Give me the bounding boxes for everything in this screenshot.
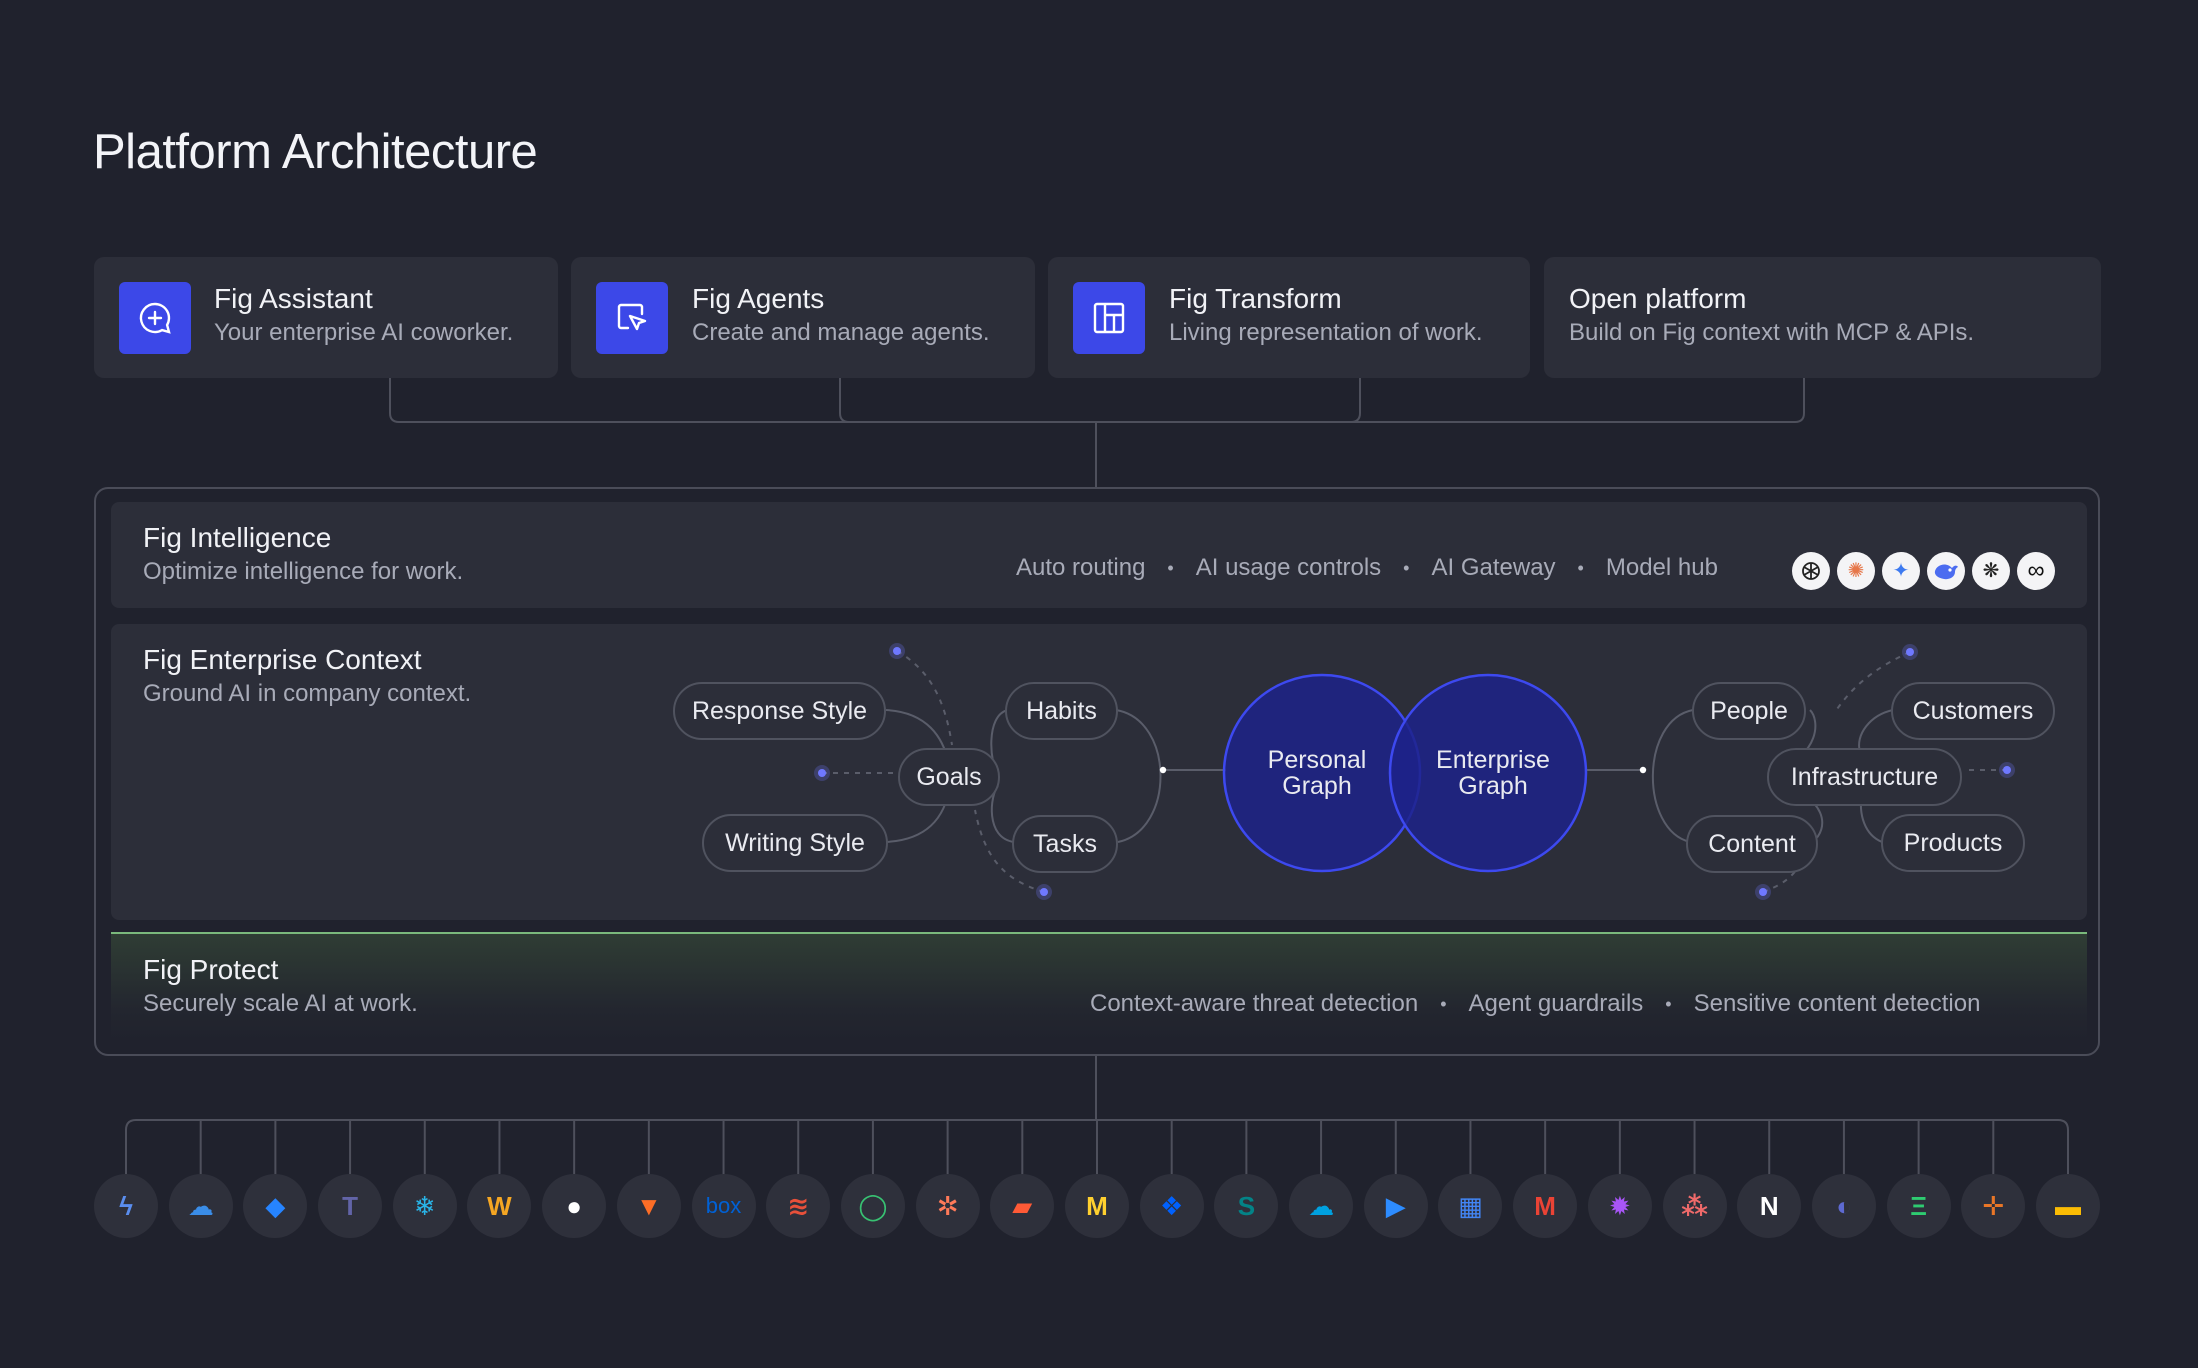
jira-icon[interactable]: ◆ xyxy=(243,1174,308,1238)
confluence-icon[interactable]: Ξ xyxy=(1886,1174,1951,1238)
feature-item: AI usage controls xyxy=(1195,554,1382,581)
snowflake-icon[interactable]: ❄ xyxy=(392,1174,457,1238)
teams-icon[interactable]: T xyxy=(318,1174,383,1238)
card-fig-agents[interactable]: Fig Agents Create and manage agents. xyxy=(571,257,1035,378)
node-infrastructure[interactable]: Infrastructure xyxy=(1767,748,1962,806)
intelligence-features: Auto routing • AI usage controls • AI Ga… xyxy=(1016,554,1718,582)
protect-features: Context-aware threat detection • Agent g… xyxy=(1090,990,1980,1018)
salesforce-icon[interactable]: ☁ xyxy=(1289,1174,1354,1238)
stack-icon[interactable]: ≋ xyxy=(766,1174,831,1238)
calendar-icon[interactable]: ▦ xyxy=(1438,1174,1503,1238)
gmail-icon[interactable]: M xyxy=(1513,1174,1578,1238)
feature-item: Model hub xyxy=(1605,554,1718,581)
card-title: Fig Agents xyxy=(692,283,825,314)
gemini-icon: ✦ xyxy=(1882,552,1920,590)
sharepoint-icon[interactable]: S xyxy=(1214,1174,1279,1238)
layout-grid-icon xyxy=(1073,282,1145,354)
node-content[interactable]: Content xyxy=(1686,815,1818,873)
box-icon[interactable]: box xyxy=(691,1174,756,1238)
zapier-lightning-icon[interactable]: ϟ xyxy=(94,1174,158,1238)
panel-title: Fig Intelligence xyxy=(143,522,332,553)
panel-subtitle: Ground AI in company context. xyxy=(143,680,472,707)
notion-icon[interactable]: N xyxy=(1737,1174,1802,1238)
workday-icon[interactable]: W xyxy=(467,1174,532,1238)
hubspot-icon[interactable]: ✲ xyxy=(915,1174,980,1238)
card-open-platform[interactable]: Open platform Build on Fig context with … xyxy=(1544,257,2101,378)
feature-item: Auto routing xyxy=(1016,554,1146,581)
node-products[interactable]: Products xyxy=(1881,814,2025,872)
ring-icon[interactable]: ◯ xyxy=(840,1174,905,1238)
node-response-style[interactable]: Response Style xyxy=(673,682,886,740)
dropbox-icon[interactable]: ❖ xyxy=(1139,1174,1204,1238)
separator-dot: • xyxy=(1440,993,1447,1014)
feature-item: AI Gateway xyxy=(1431,554,1556,581)
card-title: Open platform xyxy=(1569,283,1747,314)
github-icon[interactable]: ● xyxy=(542,1174,607,1238)
card-subtitle: Build on Fig context with MCP & APIs. xyxy=(1569,319,1975,346)
separator-dot: • xyxy=(1577,557,1584,578)
node-customers[interactable]: Customers xyxy=(1891,682,2055,740)
fig-protect-panel: Fig Protect Securely scale AI at work. xyxy=(111,932,2087,1042)
meta-icon: ∞ xyxy=(2017,552,2055,590)
cursor-pointer-icon xyxy=(596,282,668,354)
miro-icon[interactable]: M xyxy=(1065,1174,1129,1238)
panel-title: Fig Enterprise Context xyxy=(143,644,422,675)
card-subtitle: Create and manage agents. xyxy=(692,319,990,346)
gitlab-icon[interactable]: ▼ xyxy=(616,1174,681,1238)
tableau-icon[interactable]: ✛ xyxy=(1961,1174,2026,1238)
deepseek-icon xyxy=(1927,552,1965,590)
separator-dot: • xyxy=(1167,557,1174,578)
node-people[interactable]: People xyxy=(1692,682,1806,740)
card-subtitle: Living representation of work. xyxy=(1169,319,1483,346)
card-title: Fig Assistant xyxy=(214,283,373,314)
personal-graph-label: Personal Graph xyxy=(1267,746,1367,800)
card-title: Fig Transform xyxy=(1169,283,1342,314)
zoom-icon[interactable]: ▶ xyxy=(1363,1174,1428,1238)
panel-subtitle: Optimize intelligence for work. xyxy=(143,558,464,585)
feature-item: Sensitive content detection xyxy=(1693,990,1981,1017)
figma-slides-icon[interactable]: ▰ xyxy=(990,1174,1055,1238)
asana-icon[interactable]: ⁂ xyxy=(1662,1174,1727,1238)
anthropic-icon: ✺ xyxy=(1837,552,1875,590)
node-goals[interactable]: Goals xyxy=(898,748,1000,806)
feature-item: Context-aware threat detection xyxy=(1090,990,1419,1017)
separator-dot: • xyxy=(1665,993,1672,1014)
node-writing-style[interactable]: Writing Style xyxy=(702,814,888,872)
feature-item: Agent guardrails xyxy=(1468,990,1644,1017)
node-habits[interactable]: Habits xyxy=(1005,682,1118,740)
enterprise-graph-label: Enterprise Graph xyxy=(1436,746,1550,800)
card-fig-transform[interactable]: Fig Transform Living representation of w… xyxy=(1048,257,1530,378)
panel-subtitle: Securely scale AI at work. xyxy=(143,990,418,1017)
chat-plus-icon xyxy=(119,282,191,354)
openai-icon xyxy=(1792,552,1830,590)
panel-title: Fig Protect xyxy=(143,954,279,985)
node-tasks[interactable]: Tasks xyxy=(1012,815,1118,873)
linear-icon[interactable]: ◐ xyxy=(1811,1174,1876,1238)
card-subtitle: Your enterprise AI coworker. xyxy=(214,319,514,346)
page-title: Platform Architecture xyxy=(93,125,538,179)
card-fig-assistant[interactable]: Fig Assistant Your enterprise AI coworke… xyxy=(94,257,558,378)
google-slides-icon[interactable]: ▬ xyxy=(2036,1174,2100,1238)
burst-icon[interactable]: ✹ xyxy=(1587,1174,1652,1238)
perplexity-icon: ❋ xyxy=(1972,552,2010,590)
onedrive-icon[interactable]: ☁ xyxy=(168,1174,233,1238)
separator-dot: • xyxy=(1403,557,1410,578)
